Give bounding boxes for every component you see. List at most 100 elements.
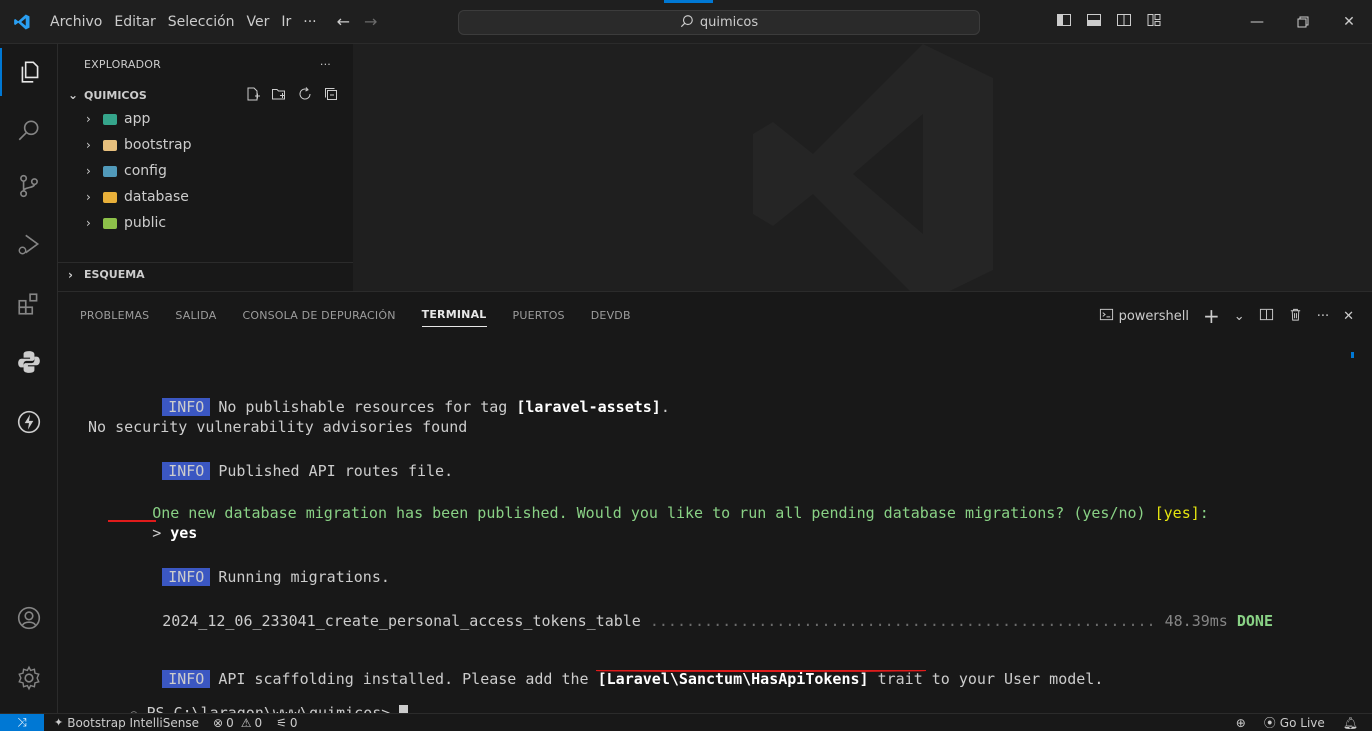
activity-bar bbox=[0, 44, 58, 713]
accounts-icon[interactable] bbox=[0, 594, 58, 642]
close-window-button[interactable]: ✕ bbox=[1326, 0, 1372, 44]
question-text: One new database migration has been publ… bbox=[152, 504, 1155, 522]
source-control-icon[interactable] bbox=[0, 162, 58, 210]
bootstrap-icon: ✦ bbox=[54, 716, 64, 729]
run-debug-icon[interactable] bbox=[0, 220, 58, 268]
vscode-logo-icon bbox=[0, 0, 44, 44]
extensions-icon[interactable] bbox=[0, 280, 58, 328]
explorer-icon[interactable] bbox=[0, 48, 58, 96]
close-panel-icon[interactable]: ✕ bbox=[1343, 309, 1354, 324]
answer-prompt: > bbox=[152, 524, 171, 542]
broadcast-icon: ⦿ bbox=[1263, 716, 1276, 730]
tab-terminal[interactable]: TERMINAL bbox=[421, 303, 487, 327]
tab-consola-depuracion[interactable]: CONSOLA DE DEPURACIÓN bbox=[242, 292, 395, 338]
scrollbar-marker bbox=[1351, 352, 1354, 358]
menu-seleccion[interactable]: Selección bbox=[162, 0, 241, 44]
terminal-line: INFO Running migrations. bbox=[108, 544, 390, 586]
new-folder-icon[interactable] bbox=[271, 86, 287, 105]
terminal-line: 2024_12_06_233041_create_personal_access… bbox=[108, 588, 1273, 630]
tab-devdb[interactable]: DEVDB bbox=[591, 292, 631, 338]
toggle-panel-icon[interactable] bbox=[1086, 12, 1102, 32]
toggle-sidebar-icon[interactable] bbox=[1056, 12, 1072, 32]
outline-section-header[interactable]: › ESQUEMA bbox=[58, 262, 353, 286]
manage-gear-icon[interactable] bbox=[0, 654, 58, 702]
tab-salida[interactable]: SALIDA bbox=[175, 292, 216, 338]
line-text: . bbox=[660, 398, 670, 416]
migration-dots: ........................................… bbox=[640, 612, 1165, 630]
terminal-output[interactable]: INFO No publishable resources for tag [la… bbox=[88, 352, 1348, 722]
menu-archivo[interactable]: Archivo bbox=[44, 0, 108, 44]
red-underline-annotation bbox=[108, 520, 156, 522]
tree-item-label: public bbox=[124, 215, 167, 231]
default-answer: [yes] bbox=[1154, 504, 1200, 522]
toggle-secondary-sidebar-icon[interactable] bbox=[1116, 12, 1132, 32]
terminal-prompt-line: ○ PS C:\laragon\www\quimicos> bbox=[76, 680, 409, 722]
bootstrap-intellisense-status[interactable]: ✦ Bootstrap IntelliSense bbox=[54, 716, 199, 730]
tab-puertos[interactable]: PUERTOS bbox=[513, 292, 565, 338]
command-center-search[interactable]: quimicos bbox=[458, 10, 980, 35]
folder-app-icon bbox=[103, 113, 117, 125]
chevron-right-icon: › bbox=[86, 164, 91, 178]
thunder-client-icon[interactable] bbox=[0, 398, 58, 446]
refresh-icon[interactable] bbox=[297, 86, 313, 105]
tree-item-bootstrap[interactable]: › bootstrap bbox=[58, 132, 353, 158]
tree-item-label: database bbox=[124, 189, 189, 205]
split-terminal-icon[interactable] bbox=[1259, 307, 1274, 326]
migration-status: DONE bbox=[1236, 612, 1273, 630]
zoom-icon[interactable]: ⊕ bbox=[1236, 716, 1246, 730]
chevron-right-icon: › bbox=[86, 190, 91, 204]
terminal-line: One new database migration has been publ… bbox=[98, 480, 1209, 522]
answer-text: yes bbox=[170, 524, 198, 542]
tree-item-database[interactable]: › database bbox=[58, 184, 353, 210]
explorer-more-button[interactable]: ··· bbox=[320, 58, 331, 71]
terminal-line: INFO No publishable resources for tag [la… bbox=[108, 374, 670, 416]
folder-database-icon bbox=[103, 191, 117, 203]
kill-terminal-trash-icon[interactable] bbox=[1288, 307, 1303, 326]
chevron-right-icon: › bbox=[86, 216, 91, 230]
remote-indicator-icon[interactable]: ⤨ bbox=[0, 713, 44, 731]
restore-button[interactable] bbox=[1280, 0, 1326, 44]
tree-item-label: bootstrap bbox=[124, 137, 192, 153]
line-text: No publishable resources for tag bbox=[218, 398, 517, 416]
tree-item-config[interactable]: › config bbox=[58, 158, 353, 184]
notifications-bell-icon[interactable]: 🔔︎ bbox=[1343, 716, 1358, 730]
menu-bar: Archivo Editar Selección Ver Ir ··· bbox=[44, 0, 323, 44]
folder-icon bbox=[103, 139, 117, 151]
chevron-right-icon: › bbox=[86, 112, 91, 126]
trait-text: [Laravel\Sanctum\HasApiTokens] bbox=[597, 670, 869, 688]
python-icon[interactable] bbox=[0, 338, 58, 386]
title-bar: Archivo Editar Selección Ver Ir ··· ← → … bbox=[0, 0, 1372, 44]
error-count: 0 bbox=[226, 715, 234, 730]
terminal-shell-selector[interactable]: powershell bbox=[1099, 307, 1189, 326]
menu-editar[interactable]: Editar bbox=[108, 0, 161, 44]
tree-item-public[interactable]: › public bbox=[58, 210, 353, 236]
info-badge: INFO bbox=[162, 462, 211, 480]
problems-status[interactable]: ⊗ 0 ⚠ 0 bbox=[213, 716, 262, 730]
new-terminal-plus-icon[interactable]: + bbox=[1203, 304, 1220, 328]
minimize-button[interactable]: — bbox=[1234, 0, 1280, 44]
migration-time: 48.39ms bbox=[1164, 612, 1237, 630]
terminal-dropdown-chevron-icon[interactable]: ⌄ bbox=[1234, 309, 1245, 324]
menu-more[interactable]: ··· bbox=[297, 0, 322, 44]
menu-ver[interactable]: Ver bbox=[241, 0, 276, 44]
line-text: No security vulnerability advisories fou… bbox=[88, 418, 468, 436]
tree-item-app[interactable]: › app bbox=[58, 106, 353, 132]
tab-problemas[interactable]: PROBLEMAS bbox=[80, 292, 149, 338]
new-file-icon[interactable] bbox=[245, 86, 261, 105]
ports-status[interactable]: ⚟ 0 bbox=[276, 716, 297, 730]
panel-more-icon[interactable]: ··· bbox=[1317, 309, 1329, 324]
terminal-line: INFO Published API routes file. bbox=[108, 438, 453, 480]
back-arrow-icon[interactable]: ← bbox=[337, 12, 350, 31]
status-bar: ⤨ ✦ Bootstrap IntelliSense ⊗ 0 ⚠ 0 ⚟ 0 ⊕ ⦿ … bbox=[0, 713, 1372, 731]
forward-arrow-icon[interactable]: → bbox=[364, 12, 377, 31]
collapse-all-icon[interactable] bbox=[323, 86, 339, 105]
search-view-icon[interactable] bbox=[0, 106, 58, 154]
go-live-button[interactable]: ⦿ Go Live bbox=[1264, 714, 1325, 731]
terminal-line: INFO API scaffolding installed. Please ad… bbox=[108, 646, 1103, 688]
workspace-section-header[interactable]: ⌄ QUIMICOS bbox=[58, 84, 353, 106]
editor-area bbox=[353, 44, 1372, 291]
migration-name: 2024_12_06_233041_create_personal_access… bbox=[162, 612, 641, 630]
menu-ir[interactable]: Ir bbox=[275, 0, 297, 44]
chevron-down-icon: ⌄ bbox=[68, 88, 79, 102]
customize-layout-icon[interactable] bbox=[1146, 12, 1162, 32]
